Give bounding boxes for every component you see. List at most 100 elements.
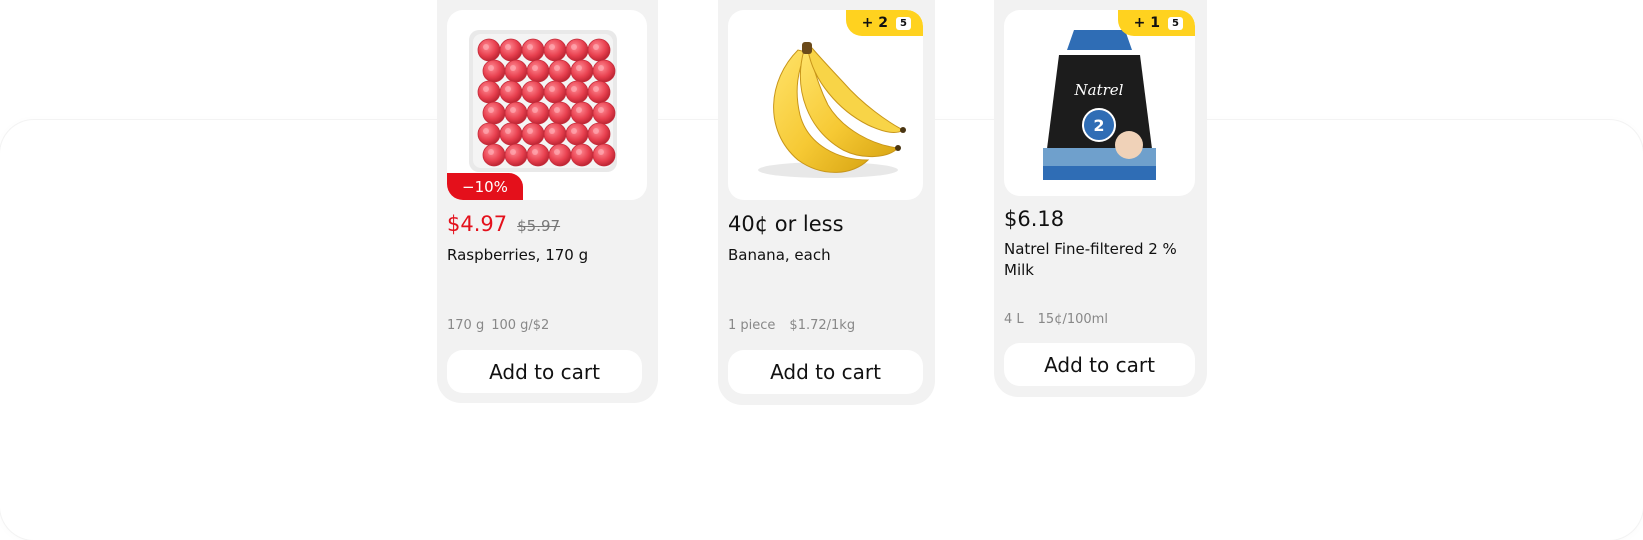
raspberry-highlight [510, 149, 516, 155]
raspberry-highlight [571, 86, 577, 92]
raspberry-highlight [483, 86, 489, 92]
package-size: 1 piece [728, 318, 776, 333]
raspberries-image [469, 30, 617, 172]
raspberry-highlight [571, 128, 577, 134]
raspberry-highlight [549, 128, 555, 134]
product-card-raspberries[interactable]: −10% $4.97 $5.97 Raspberries, 170 g 170 … [437, 0, 658, 403]
raspberry-shape [543, 122, 567, 146]
raspberry-highlight [593, 44, 599, 50]
unit-price: 100 g/$2 [491, 318, 550, 333]
raspberry-highlight [598, 149, 604, 155]
promo-count: + 2 [861, 15, 888, 31]
product-card-milk[interactable]: 2 Natrel + 1 5 $6.18 Natrel Fine-filtere… [994, 0, 1207, 397]
raspberry-shape [482, 59, 506, 83]
price-row: 40¢ or less [728, 212, 844, 236]
price-row: $4.97 $5.97 [447, 212, 560, 236]
original-price: $5.97 [517, 217, 561, 235]
raspberry-highlight [576, 149, 582, 155]
raspberry-highlight [505, 44, 511, 50]
raspberry-highlight [576, 107, 582, 113]
add-to-cart-button[interactable]: Add to cart [1004, 343, 1195, 386]
raspberry-shape [548, 59, 572, 83]
raspberry-shape [482, 101, 506, 125]
raspberry-shape [477, 80, 501, 104]
raspberry-highlight [549, 44, 555, 50]
raspberry-highlight [532, 107, 538, 113]
raspberry-shape [570, 101, 594, 125]
unit-info: 4 L 15¢/100ml [1004, 312, 1108, 327]
raspberry-highlight [488, 107, 494, 113]
raspberry-highlight [576, 65, 582, 71]
add-to-cart-button[interactable]: Add to cart [447, 350, 642, 393]
price: $6.18 [1004, 207, 1065, 231]
raspberry-highlight [527, 128, 533, 134]
raspberry-shape [587, 38, 611, 62]
unit-price: 15¢/100ml [1037, 312, 1108, 327]
raspberry-shape [592, 143, 616, 167]
raspberry-shape [570, 59, 594, 83]
unit-info: 1 piece $1.72/1kg [728, 318, 855, 333]
product-name[interactable]: Raspberries, 170 g [447, 245, 647, 266]
product-image-container[interactable]: 2 Natrel + 1 5 [1004, 10, 1195, 196]
raspberry-shape [543, 38, 567, 62]
raspberry-shape [592, 59, 616, 83]
promo-badge[interactable]: + 1 5 [1117, 10, 1195, 36]
raspberry-highlight [554, 107, 560, 113]
raspberry-shape [504, 59, 528, 83]
raspberry-highlight [505, 86, 511, 92]
raspberry-highlight [527, 86, 533, 92]
raspberry-highlight [505, 128, 511, 134]
raspberry-shape [499, 80, 523, 104]
raspberry-shape [570, 143, 594, 167]
raspberry-shape [477, 122, 501, 146]
raspberry-highlight [598, 107, 604, 113]
raspberry-highlight [554, 149, 560, 155]
unit-price: $1.72/1kg [789, 318, 856, 333]
raspberry-highlight [483, 128, 489, 134]
raspberry-shape [477, 38, 501, 62]
price: 40¢ or less [728, 212, 844, 236]
package-size: 4 L [1004, 312, 1024, 327]
raspberry-shape [504, 101, 528, 125]
raspberry-shape [565, 38, 589, 62]
pc-points-icon: 5 [896, 16, 911, 30]
product-image-container[interactable]: −10% [447, 10, 647, 200]
milk-bag-image: 2 Natrel [1043, 30, 1156, 180]
raspberry-shape [543, 80, 567, 104]
raspberry-shape [499, 122, 523, 146]
discount-badge: −10% [447, 173, 523, 200]
package-size: 170 g [447, 318, 485, 333]
raspberry-shape [521, 38, 545, 62]
raspberry-highlight [593, 128, 599, 134]
raspberry-highlight [598, 65, 604, 71]
raspberry-shape [526, 143, 550, 167]
product-card-banana[interactable]: + 2 5 40¢ or less Banana, each 1 piece $… [718, 0, 935, 405]
raspberry-shape [521, 80, 545, 104]
product-image-container[interactable]: + 2 5 [728, 10, 923, 200]
raspberry-shape [587, 80, 611, 104]
raspberry-highlight [483, 44, 489, 50]
raspberry-shape [521, 122, 545, 146]
raspberry-highlight [571, 44, 577, 50]
raspberry-highlight [554, 65, 560, 71]
add-to-cart-button[interactable]: Add to cart [728, 350, 923, 394]
raspberry-shape [548, 143, 572, 167]
product-name[interactable]: Banana, each [728, 245, 923, 266]
raspberry-highlight [532, 149, 538, 155]
raspberry-highlight [510, 107, 516, 113]
raspberry-highlight [488, 65, 494, 71]
price-row: $6.18 [1004, 207, 1064, 231]
promo-badge[interactable]: + 2 5 [845, 10, 923, 36]
raspberry-shape [587, 122, 611, 146]
raspberry-shape [526, 101, 550, 125]
raspberry-shape [504, 143, 528, 167]
sale-price: $4.97 [447, 212, 508, 236]
product-name[interactable]: Natrel Fine-filtered 2 % Milk [1004, 239, 1184, 281]
raspberry-shape [565, 80, 589, 104]
unit-info: 170 g 100 g/$2 [447, 318, 549, 333]
raspberry-shape [592, 101, 616, 125]
raspberry-highlight [549, 86, 555, 92]
raspberry-shape [499, 38, 523, 62]
raspberry-highlight [527, 44, 533, 50]
raspberry-highlight [488, 149, 494, 155]
